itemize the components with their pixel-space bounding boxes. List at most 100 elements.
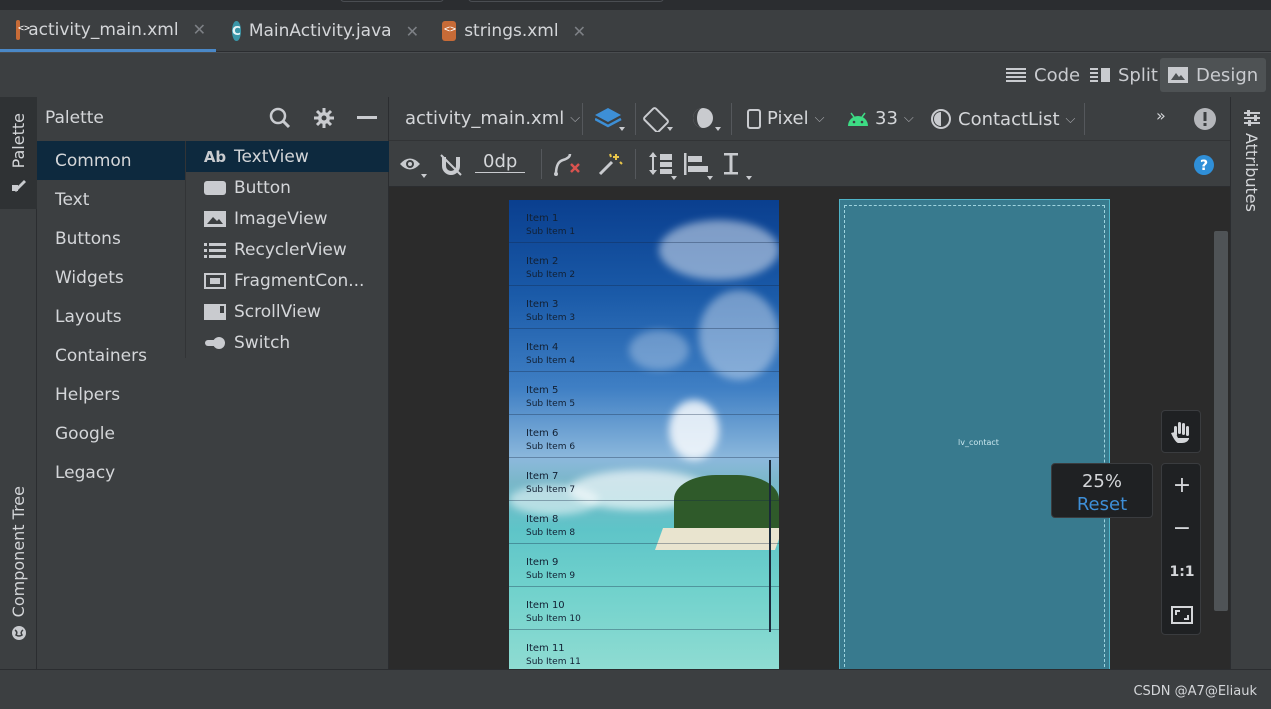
item-title: Item 5 xyxy=(526,385,559,396)
canvas-vertical-scrollbar[interactable] xyxy=(1214,231,1228,611)
blueprint-view-label: lv_contact xyxy=(958,438,999,447)
view-options-button[interactable] xyxy=(399,153,427,179)
list-item[interactable]: Item 5 Sub Item 5 xyxy=(509,372,779,415)
clear-constraints-icon xyxy=(554,153,580,176)
close-icon[interactable]: ✕ xyxy=(193,20,206,39)
theme-mode-icon xyxy=(693,108,721,131)
component-tree-tool-tab[interactable]: Component Tree xyxy=(0,482,37,652)
list-item[interactable]: Item 11 Sub Item 11 xyxy=(509,630,779,669)
category-text[interactable]: Text xyxy=(37,180,185,219)
widget-fragment-container[interactable]: FragmentCon... xyxy=(186,265,389,296)
more-actions-label: » xyxy=(1156,106,1166,125)
gear-icon[interactable] xyxy=(314,108,334,128)
item-title: Item 9 xyxy=(526,557,559,568)
warnings-button[interactable] xyxy=(1193,107,1217,131)
list-item[interactable]: Item 1 Sub Item 1 xyxy=(509,200,779,243)
blueprint-preview[interactable]: lv_contact xyxy=(839,199,1110,669)
device-selector[interactable]: Pixel ⌵ xyxy=(747,108,825,129)
rotate-device-icon xyxy=(643,107,673,132)
category-google[interactable]: Google xyxy=(37,414,185,453)
api-level-selector[interactable]: 33 ⌵ xyxy=(847,108,914,129)
widget-label: ScrollView xyxy=(234,301,321,322)
guidelines-button[interactable] xyxy=(722,152,752,180)
orientation-button[interactable] xyxy=(643,106,673,132)
tab-strings[interactable]: strings.xml ✕ xyxy=(426,10,596,52)
tab-main-activity[interactable]: C MainActivity.java ✕ xyxy=(216,10,426,52)
default-margin-label: 0dp xyxy=(475,151,526,173)
help-icon: ? xyxy=(1194,155,1214,175)
list-item[interactable]: Item 6 Sub Item 6 xyxy=(509,415,779,458)
pack-button[interactable] xyxy=(647,152,677,180)
default-margin-button[interactable]: 0dp xyxy=(475,151,526,173)
autoconnect-button[interactable] xyxy=(439,153,463,177)
theme-selector[interactable]: ContactList ⌵ xyxy=(930,108,1075,130)
align-button[interactable] xyxy=(683,152,713,180)
device-label: Pixel xyxy=(767,108,809,129)
xml-file-icon xyxy=(16,19,31,40)
align-left-icon xyxy=(684,153,713,180)
left-tool-strip: Palette Component Tree xyxy=(0,97,37,669)
right-tool-strip: Attributes xyxy=(1230,97,1271,669)
zoom-reset-link[interactable]: Reset xyxy=(1052,494,1152,515)
list-item[interactable]: Item 4 Sub Item 4 xyxy=(509,329,779,372)
widget-scrollview[interactable]: ScrollView xyxy=(186,296,389,327)
palette-icon xyxy=(11,180,26,193)
widget-imageview[interactable]: ImageView xyxy=(186,203,389,234)
pan-button[interactable] xyxy=(1161,410,1201,453)
zoom-in-button[interactable]: + xyxy=(1162,464,1202,507)
palette-tool-tab[interactable]: Palette xyxy=(0,97,37,209)
more-actions-button[interactable]: » xyxy=(1156,106,1166,125)
category-containers[interactable]: Containers xyxy=(37,336,185,375)
design-mode-button[interactable]: Design xyxy=(1160,58,1267,92)
design-preview[interactable]: Item 1 Sub Item 1 Item 2 Sub Item 2 Item 3… xyxy=(509,200,779,669)
minimize-icon[interactable] xyxy=(357,116,377,120)
category-layouts[interactable]: Layouts xyxy=(37,297,185,336)
category-buttons[interactable]: Buttons xyxy=(37,219,185,258)
file-selector[interactable]: activity_main.xml ⌵ xyxy=(405,108,580,129)
widget-recyclerview[interactable]: RecyclerView xyxy=(186,234,389,265)
item-title: Item 4 xyxy=(526,342,559,353)
list-item[interactable]: Item 9 Sub Item 9 xyxy=(509,544,779,587)
split-mode-button[interactable]: Split xyxy=(1082,58,1166,92)
infer-constraints-button[interactable] xyxy=(597,152,623,176)
item-title: Item 11 xyxy=(526,643,565,654)
close-icon[interactable]: ✕ xyxy=(406,22,419,41)
zoom-out-button[interactable]: − xyxy=(1162,507,1202,550)
close-icon[interactable]: ✕ xyxy=(573,22,586,41)
category-legacy[interactable]: Legacy xyxy=(37,453,185,492)
item-subtitle: Sub Item 5 xyxy=(526,399,576,409)
item-subtitle: Sub Item 11 xyxy=(526,657,581,667)
recyclerview-icon xyxy=(204,242,226,258)
night-mode-button[interactable] xyxy=(691,106,721,132)
help-button[interactable]: ? xyxy=(1193,154,1215,176)
code-mode-button[interactable]: Code xyxy=(998,58,1088,92)
distribute-vertical-icon xyxy=(649,152,677,180)
actual-size-button[interactable]: 1:1 xyxy=(1162,550,1202,593)
list-item[interactable]: Item 3 Sub Item 3 xyxy=(509,286,779,329)
tab-activity-main[interactable]: activity_main.xml ✕ xyxy=(0,10,216,52)
list-item[interactable]: Item 8 Sub Item 8 xyxy=(509,501,779,544)
category-common[interactable]: Common xyxy=(37,141,185,180)
layers-button[interactable] xyxy=(595,106,625,132)
widget-button[interactable]: Button xyxy=(186,172,389,203)
attributes-tool-tab[interactable]: Attributes xyxy=(1231,109,1271,212)
category-widgets[interactable]: Widgets xyxy=(37,258,185,297)
list-item[interactable]: Item 10 Sub Item 10 xyxy=(509,587,779,630)
zoom-level-popup: 25% Reset xyxy=(1051,463,1153,518)
imageview-icon xyxy=(204,210,226,227)
widget-textview[interactable]: Ab TextView xyxy=(186,141,389,172)
list-item[interactable]: Item 2 Sub Item 2 xyxy=(509,243,779,286)
design-canvas[interactable]: Item 1 Sub Item 1 Item 2 Sub Item 2 Item 3… xyxy=(389,187,1230,669)
zoom-level: 25% xyxy=(1081,471,1122,492)
search-icon[interactable] xyxy=(269,107,291,129)
clear-constraints-button[interactable] xyxy=(553,152,581,176)
code-view-icon xyxy=(1006,68,1026,82)
widget-label: RecyclerView xyxy=(234,239,347,260)
widget-switch[interactable]: Switch xyxy=(186,327,389,358)
theme-label: ContactList xyxy=(958,108,1060,130)
ghost-button xyxy=(340,0,444,2)
item-subtitle: Sub Item 1 xyxy=(526,227,576,237)
zoom-to-fit-button[interactable] xyxy=(1162,593,1202,636)
category-helpers[interactable]: Helpers xyxy=(37,375,185,414)
list-item[interactable]: Item 7 Sub Item 7 xyxy=(509,458,779,501)
